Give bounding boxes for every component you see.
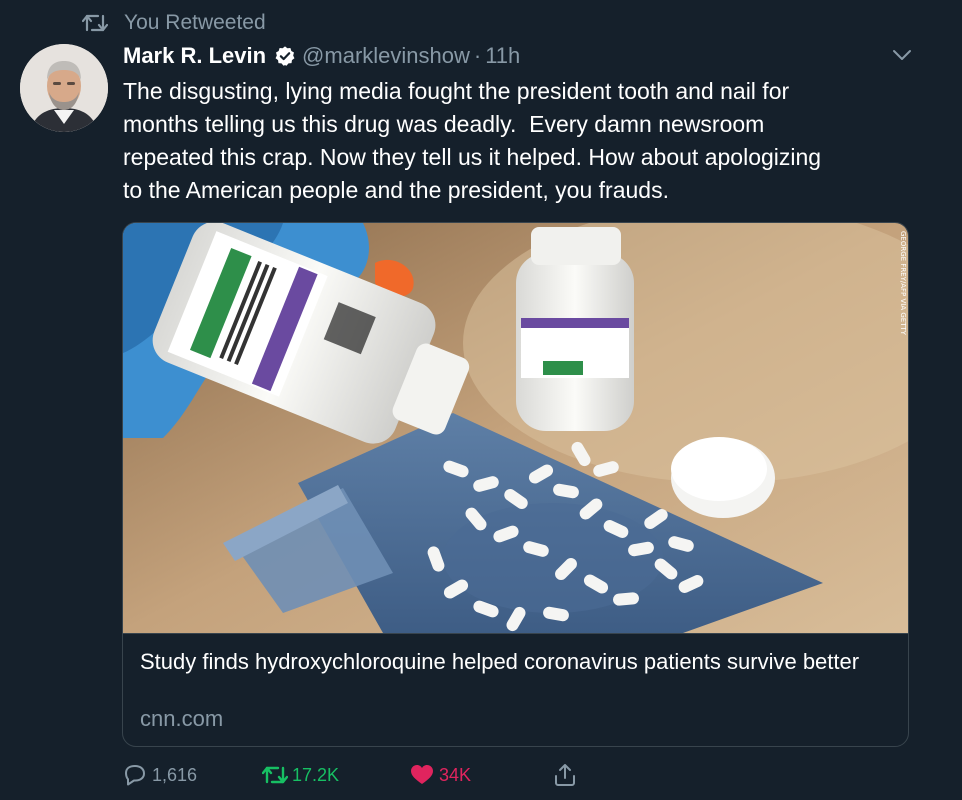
- reply-button[interactable]: 1,616: [122, 758, 197, 792]
- retweet-icon: [82, 14, 108, 32]
- share-button[interactable]: [552, 758, 582, 792]
- avatar[interactable]: [20, 44, 108, 132]
- social-context: You Retweeted: [82, 10, 266, 36]
- retweet-button[interactable]: 17.2K: [262, 758, 339, 792]
- like-button[interactable]: 34K: [409, 758, 471, 792]
- social-context-label: You Retweeted: [124, 11, 266, 34]
- tweet-timestamp[interactable]: 11h: [485, 43, 520, 69]
- reply-count: 1,616: [152, 764, 198, 785]
- avatar-photo: [20, 44, 108, 132]
- share-icon: [555, 764, 575, 786]
- retweet-icon: [262, 766, 288, 784]
- card-title: Study finds hydroxychloroquine helped co…: [140, 649, 860, 674]
- heart-icon: [411, 765, 433, 784]
- card-body: Study finds hydroxychloroquine helped co…: [123, 633, 908, 746]
- link-card[interactable]: GEORGE FREY/AFP VIA GETTY Study finds hy…: [122, 222, 909, 747]
- retweet-count: 17.2K: [292, 764, 340, 785]
- photo-credit: GEORGE FREY/AFP VIA GETTY: [899, 231, 907, 336]
- chevron-down-icon[interactable]: [890, 46, 914, 64]
- header-separator: ·: [473, 43, 482, 68]
- tweet-text: The disgusting, lying media fought the p…: [123, 78, 822, 203]
- author-name[interactable]: Mark R. Levin: [123, 43, 266, 69]
- author-handle[interactable]: @marklevinshow: [302, 43, 470, 69]
- card-domain: cnn.com: [140, 706, 224, 731]
- verified-badge-icon: [275, 46, 295, 66]
- tweet-actions: 1,616 17.2K 34K: [122, 758, 922, 792]
- card-image: GEORGE FREY/AFP VIA GETTY: [123, 223, 908, 633]
- like-count: 34K: [439, 764, 472, 785]
- tweet-header: Mark R. Levin @marklevinshow · 11h: [123, 40, 520, 72]
- reply-icon: [125, 765, 145, 786]
